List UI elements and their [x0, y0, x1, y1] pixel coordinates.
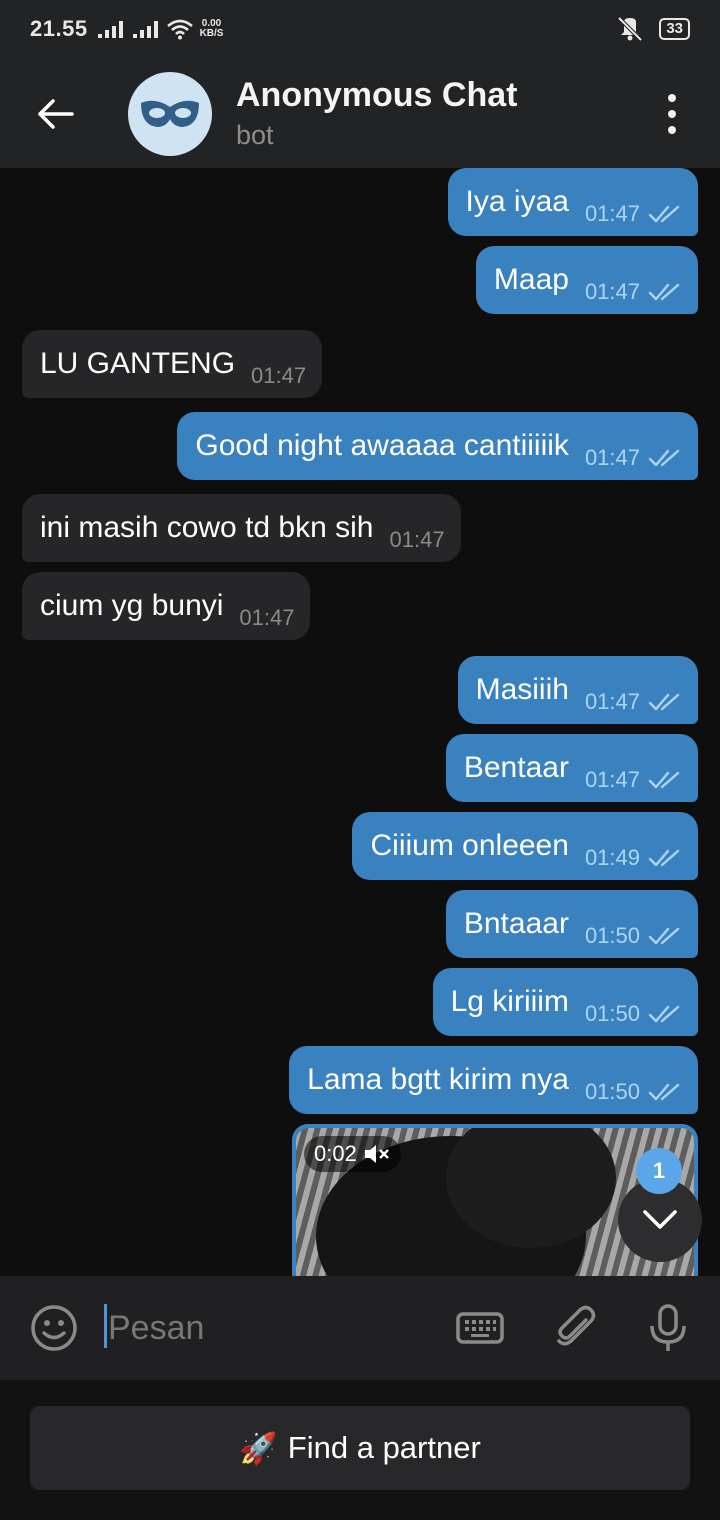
message-meta: 01:47	[585, 201, 682, 227]
text-cursor	[104, 1304, 107, 1348]
double-check-icon	[648, 205, 680, 223]
unread-count-badge: 1	[636, 1148, 682, 1194]
battery-indicator: 33	[659, 18, 690, 40]
message-time: 01:47	[584, 279, 640, 304]
message-meta: 01:47	[585, 689, 682, 715]
mask-icon	[141, 100, 199, 127]
message-meta: 01:49	[585, 845, 682, 871]
message-time: 01:50	[584, 1001, 640, 1026]
message-time: 01:47	[584, 201, 640, 226]
message-time: 01:47	[584, 445, 640, 470]
message-time: 01:47	[389, 527, 445, 552]
attach-icon[interactable]	[550, 1302, 602, 1354]
message-text: Masiiih	[475, 673, 569, 706]
message-meta: 01:47	[585, 767, 682, 793]
message-text: Good night awaaaa cantiiiiik	[195, 429, 569, 462]
status-time: 21.55	[30, 16, 88, 41]
incoming-message[interactable]: LU GANTENG 01:47	[22, 330, 323, 398]
back-arrow-icon[interactable]	[34, 93, 76, 135]
keyboard-icon[interactable]	[454, 1302, 506, 1354]
outgoing-message[interactable]: Iya iyaa 01:47	[447, 168, 698, 236]
message-list[interactable]: Lama bgtt kirim nya 01:50 Lg kiriiim 01:50 B…	[0, 168, 720, 1276]
outgoing-message[interactable]: Lama bgtt kirim nya 01:50	[289, 1046, 698, 1114]
signal-icon	[97, 20, 123, 38]
status-bar: 21.55 0.00 KB/S 33	[0, 0, 720, 58]
message-meta: 01:47	[239, 605, 294, 631]
double-check-icon	[648, 693, 680, 711]
message-text: Maap	[493, 263, 569, 296]
outgoing-message[interactable]: Bentaar 01:47	[445, 734, 698, 802]
outgoing-message[interactable]: Bntaaar 01:50	[445, 890, 698, 958]
outgoing-message[interactable]: Lg kiriiim 01:50	[432, 968, 698, 1036]
incoming-message[interactable]: ini masih cowo td bkn sih 01:47	[22, 494, 461, 562]
message-time: 01:47	[584, 689, 640, 714]
emoji-icon[interactable]	[28, 1302, 80, 1354]
video-duration: 0:02	[314, 1141, 357, 1166]
chevron-down-icon	[643, 1210, 677, 1229]
message-meta: 01:50	[585, 1079, 682, 1105]
message-time: 01:47	[239, 605, 295, 630]
message-meta: 01:50	[585, 923, 682, 949]
chat-title[interactable]: Anonymous Chat	[236, 76, 517, 115]
wifi-icon	[166, 19, 193, 40]
network-speed-unit: KB/S	[199, 28, 224, 39]
bot-keyboard: 🚀 Find a partner	[0, 1380, 720, 1520]
video-duration-badge[interactable]: 0:02	[304, 1136, 401, 1172]
incoming-message[interactable]: cium yg bunyi 01:47	[22, 572, 311, 640]
chat-header: Anonymous Chat bot	[0, 58, 720, 168]
network-speed: 0.00 KB/S	[200, 19, 224, 39]
double-check-icon	[648, 449, 680, 467]
find-partner-button[interactable]: 🚀 Find a partner	[30, 1406, 690, 1490]
rocket-icon: 🚀	[239, 1430, 278, 1466]
double-check-icon	[648, 283, 680, 301]
message-time: 01:50	[584, 923, 640, 948]
message-text: Lama bgtt kirim nya	[307, 1063, 569, 1096]
message-text: LU GANTENG	[40, 347, 236, 380]
message-input-bar: Pesan	[0, 1276, 720, 1380]
outgoing-message[interactable]: Masiiih 01:47	[457, 656, 698, 724]
message-time: 01:49	[584, 845, 640, 870]
find-partner-label: Find a partner	[287, 1430, 481, 1465]
silent-mode-icon	[617, 16, 643, 42]
message-time: 01:50	[584, 1079, 640, 1104]
message-input[interactable]: Pesan	[108, 1309, 204, 1348]
message-text: ini masih cowo td bkn sih	[40, 511, 374, 544]
message-meta: 01:47	[585, 279, 682, 305]
message-text: Lg kiriiim	[450, 985, 569, 1018]
chat-subtitle: bot	[236, 120, 274, 150]
message-meta: 01:47	[585, 445, 682, 471]
message-time: 01:47	[584, 767, 640, 792]
double-check-icon	[648, 771, 680, 789]
double-check-icon	[648, 1005, 680, 1023]
outgoing-message[interactable]: Maap 01:47	[475, 246, 698, 314]
outgoing-message[interactable]: Good night awaaaa cantiiiiik 01:47	[177, 412, 698, 480]
signal-icon-2	[132, 20, 158, 38]
double-check-icon	[648, 927, 680, 945]
avatar[interactable]	[128, 72, 212, 156]
double-check-icon	[648, 1083, 680, 1101]
message-text: cium yg bunyi	[40, 589, 224, 622]
more-options-icon[interactable]	[660, 94, 684, 134]
double-check-icon	[648, 849, 680, 867]
message-meta: 01:47	[390, 527, 445, 553]
message-time: 01:47	[251, 363, 307, 388]
message-meta: 01:50	[585, 1001, 682, 1027]
message-text: Bentaar	[463, 751, 569, 784]
message-text: Ciiium onleeen	[370, 829, 569, 862]
message-text: Bntaaar	[463, 907, 569, 940]
microphone-icon[interactable]	[642, 1302, 694, 1354]
message-meta: 01:47	[251, 363, 306, 389]
message-text: Iya iyaa	[465, 185, 569, 218]
muted-speaker-icon	[364, 1145, 389, 1163]
outgoing-message[interactable]: Ciiium onleeen 01:49	[352, 812, 698, 880]
